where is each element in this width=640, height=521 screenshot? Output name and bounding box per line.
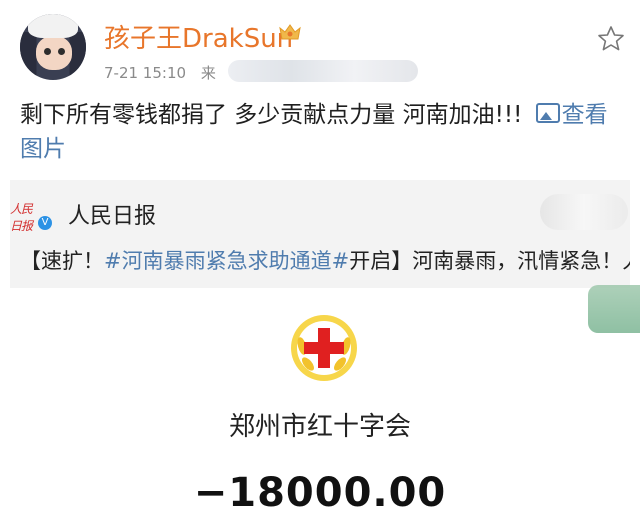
recipient-org: 郑州市红十字会 <box>228 412 411 442</box>
hashtag-link[interactable]: #河南暴雨紧急求助通道# <box>104 249 349 273</box>
post-body: 剩下所有零钱都捐了 多少贡献点力量 河南加油!!! <box>20 102 523 128</box>
username[interactable]: 孩子王DrakSun <box>104 18 293 55</box>
crown-icon <box>279 24 301 40</box>
floating-action-button[interactable] <box>588 285 640 333</box>
red-cross-icon <box>291 315 357 381</box>
post-time: 7-21 15:10 <box>104 64 187 82</box>
follow-button[interactable] <box>540 194 628 230</box>
avatar[interactable] <box>20 14 86 80</box>
image-icon <box>535 103 560 123</box>
star-outline-icon[interactable] <box>596 24 626 54</box>
post-meta: 7-21 15:10 来 <box>104 62 216 83</box>
source-label: 来 <box>200 64 216 82</box>
blurred-source <box>228 60 418 82</box>
people-daily-logo: 人民日报 <box>10 202 33 233</box>
repost-author[interactable]: 人民日报 <box>68 198 156 230</box>
repost-text: 【速扩！#河南暴雨紧急求助通道#开启】河南暴雨，汛情紧急！人民日报新媒体开通“河… <box>20 249 630 273</box>
post-text: 剩下所有零钱都捐了 多少贡献点力量 河南加油!!! 查看图片 <box>20 98 630 166</box>
payment-amount: −18000.00 <box>193 470 447 516</box>
verified-badge-icon: V <box>38 216 52 230</box>
